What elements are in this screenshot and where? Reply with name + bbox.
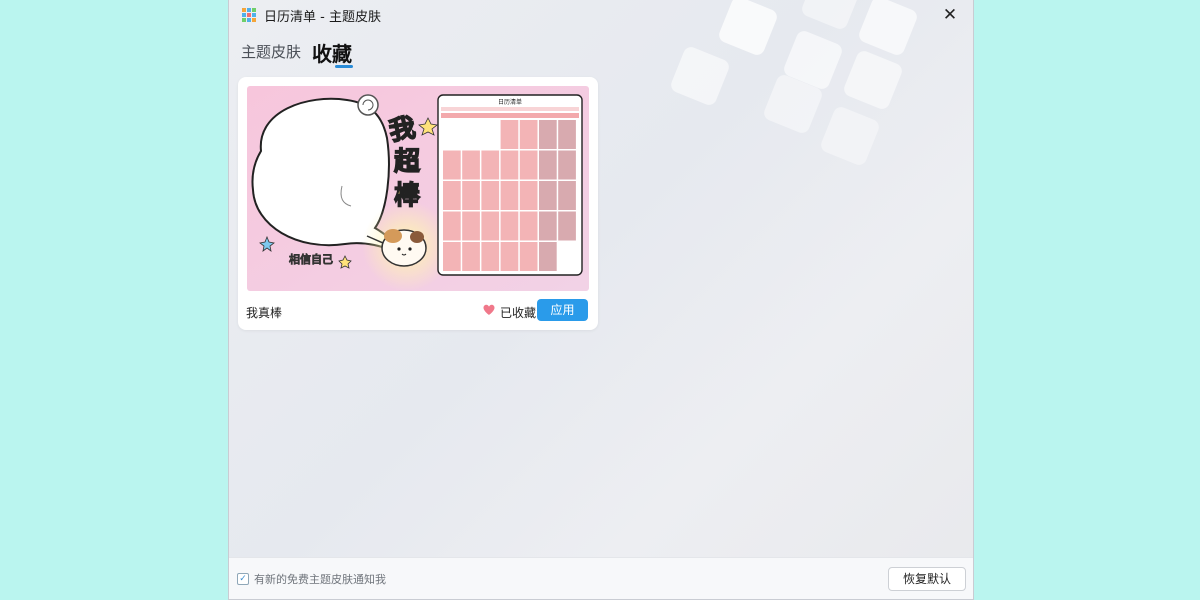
calendar-mockup-cell — [462, 181, 480, 210]
skin-preview-image[interactable]: 我 超 棒 相信自己 日历清单 — [247, 86, 589, 291]
skin-preview-art: 我 超 棒 相信自己 日历清单 — [247, 86, 589, 291]
calendar-mockup-cell — [539, 120, 557, 149]
app-grid-icon — [242, 8, 256, 22]
calendar-mockup-cell — [558, 181, 576, 210]
calendar-mockup-cell — [500, 211, 519, 241]
calendar-mockup-cell — [443, 242, 461, 271]
calendar-mockup-title: 日历清单 — [498, 98, 522, 106]
decorative-tiles — [671, 0, 917, 165]
notify-checkbox[interactable]: ✓ — [237, 573, 249, 585]
slogan-char-2: 超 — [394, 147, 421, 177]
skin-card: 我 超 棒 相信自己 日历清单 我真棒 已收藏 应用 — [238, 77, 598, 330]
calendar-mockup-cell — [539, 181, 557, 210]
calendar-mockup: 日历清单 — [437, 94, 583, 276]
calendar-mockup-cell — [519, 242, 538, 271]
calendar-mockup-cell — [519, 181, 538, 210]
title-bar: 日历清单 - 主题皮肤 ✕ — [229, 0, 973, 30]
skin-name: 我真棒 — [246, 306, 283, 320]
calendar-mockup-cell — [443, 211, 461, 241]
heart-icon — [483, 304, 495, 315]
calendar-mockup-cell — [558, 211, 576, 241]
calendar-mockup-cell — [519, 120, 538, 149]
calendar-mockup-cell — [539, 211, 557, 241]
calendar-mockup-cell — [481, 120, 500, 149]
calendar-mockup-cell — [462, 211, 480, 241]
calendar-mockup-cell — [443, 150, 461, 180]
footer-bar: ✓ 有新的免费主题皮肤通知我 恢复默认 — [229, 557, 973, 599]
tab-theme-skins[interactable]: 主题皮肤 — [241, 41, 301, 62]
close-icon: ✕ — [942, 5, 958, 25]
notify-label: 有新的免费主题皮肤通知我 — [254, 573, 386, 586]
calendar-mockup-cell — [481, 150, 500, 180]
active-tab-indicator — [335, 65, 353, 68]
calendar-mockup-cell — [481, 211, 500, 241]
calendar-mockup-cell — [481, 181, 500, 210]
apply-button[interactable]: 应用 — [537, 299, 588, 321]
favorite-label: 已收藏 — [500, 306, 537, 320]
calendar-mockup-cell — [462, 150, 480, 180]
calendar-mockup-cell — [500, 120, 519, 149]
close-button[interactable]: ✕ — [937, 3, 963, 27]
theme-skin-window: 日历清单 - 主题皮肤 ✕ 主题皮肤 收藏 我 超 棒 相信自己 日历清单 我真… — [228, 0, 974, 600]
preview-caption: 相信自己 — [289, 252, 333, 266]
calendar-mockup-cell — [519, 150, 538, 180]
calendar-mockup-cell — [519, 211, 538, 241]
tab-favorites[interactable]: 收藏 — [312, 38, 352, 67]
calendar-mockup-cell — [500, 242, 519, 271]
calendar-mockup-cell — [539, 242, 557, 271]
calendar-mockup-cell — [500, 150, 519, 180]
slogan-char-1: 我 — [387, 113, 418, 147]
calendar-mockup-cell — [500, 181, 519, 210]
calendar-mockup-cell — [462, 242, 480, 271]
calendar-mockup-cell — [462, 120, 480, 149]
calendar-mockup-cell — [443, 120, 461, 149]
slogan-char-3: 棒 — [394, 181, 421, 211]
calendar-mockup-cell — [558, 242, 576, 271]
window-title: 日历清单 - 主题皮肤 — [264, 10, 381, 25]
calendar-mockup-cell — [443, 181, 461, 210]
calendar-mockup-cell — [558, 150, 576, 180]
bubble-swirl — [357, 94, 379, 116]
calendar-mockup-cell — [539, 150, 557, 180]
restore-default-button[interactable]: 恢复默认 — [888, 567, 966, 591]
calendar-mockup-cell — [558, 120, 576, 149]
calendar-mockup-cell — [481, 242, 500, 271]
